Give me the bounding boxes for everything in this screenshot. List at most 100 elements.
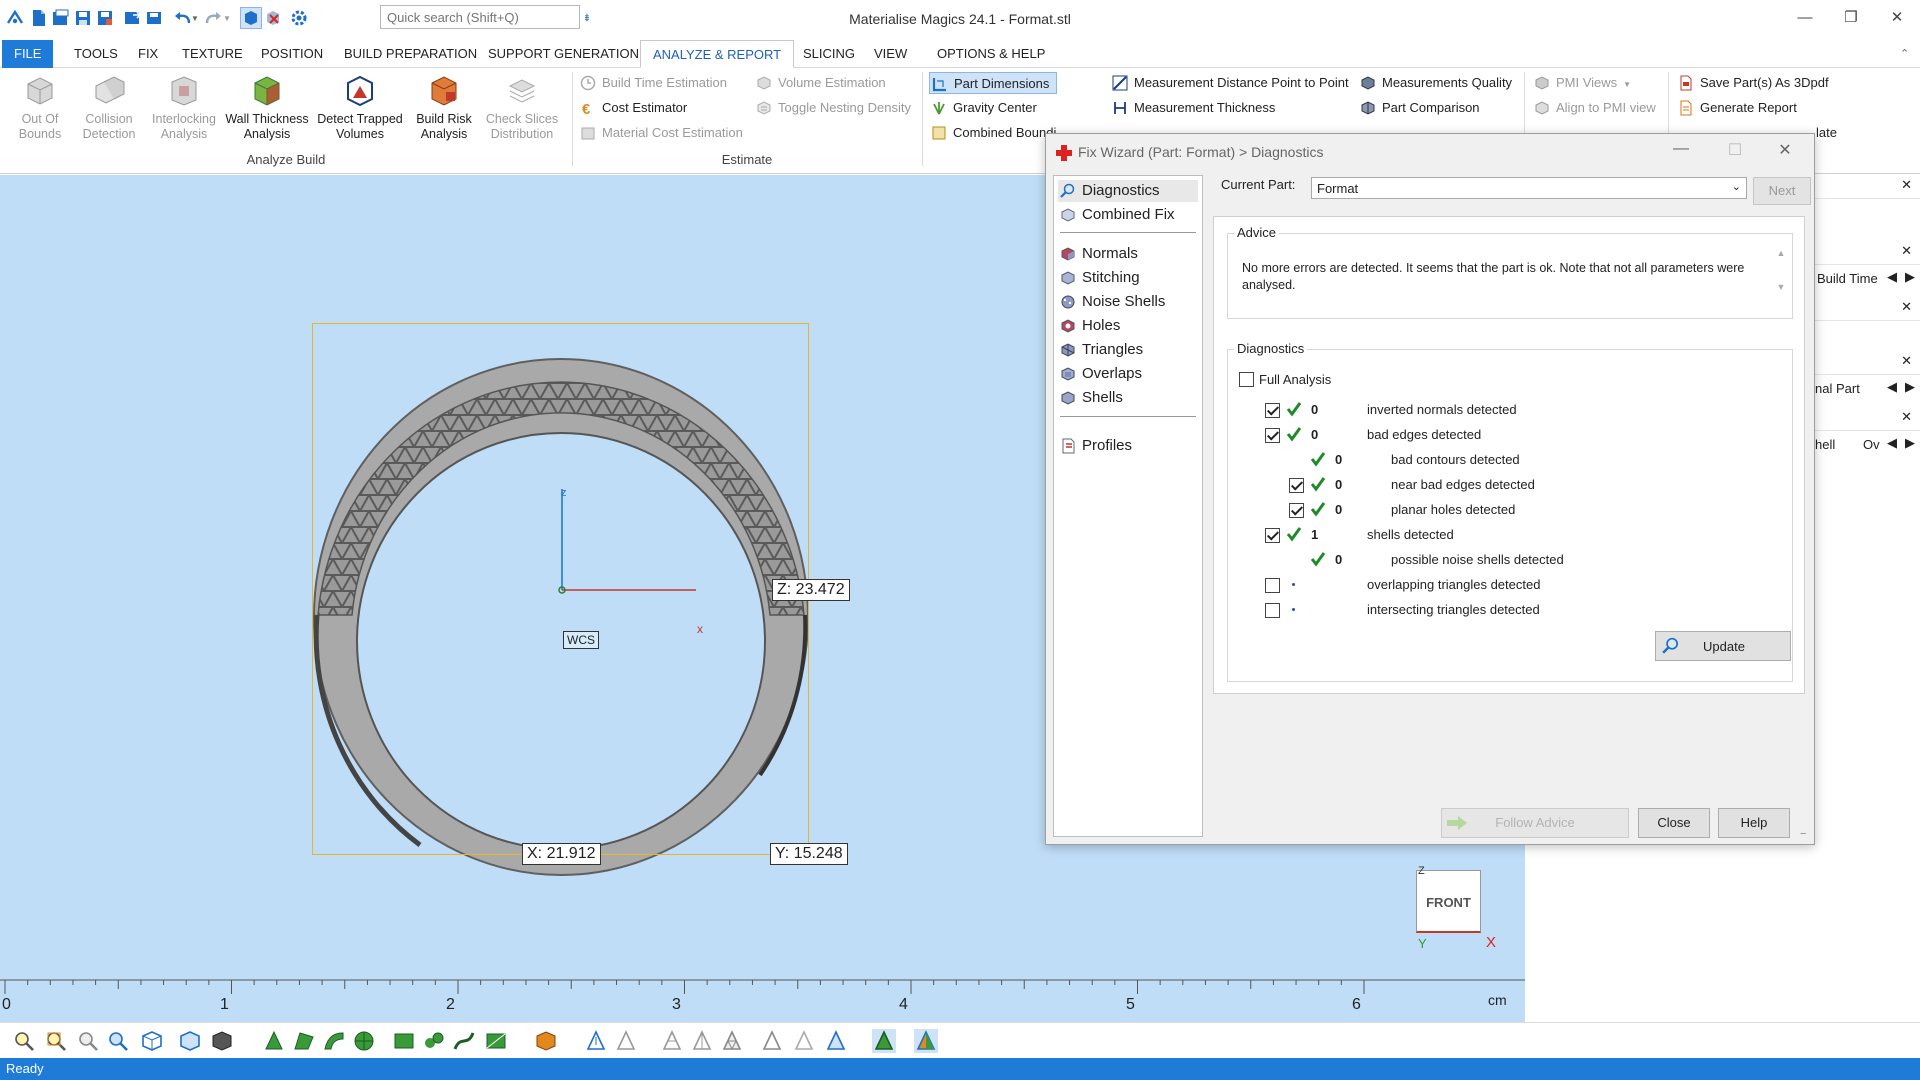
redo-dropdown-icon[interactable]: ▼ [222, 7, 232, 29]
dialog-maximize-button[interactable]: ☐ [1718, 140, 1752, 162]
intersecting-triangles-checkbox[interactable] [1265, 603, 1280, 618]
deselect-icon[interactable] [262, 7, 284, 29]
mark-contour-icon[interactable] [392, 1029, 416, 1053]
undo-dropdown-icon[interactable]: ▼ [190, 7, 200, 29]
close-button[interactable]: Close [1638, 808, 1710, 838]
nav-stitching[interactable]: Stitching [1058, 267, 1198, 289]
redo-icon[interactable] [202, 7, 224, 29]
next-arrow-icon[interactable]: ▶ [1905, 435, 1915, 451]
detect-trapped-volumes-button[interactable]: Detect Trapped Volumes [312, 74, 408, 154]
tab-position[interactable]: POSITION [249, 40, 335, 68]
wall-thickness-analysis-button[interactable]: Wall Thickness Analysis [222, 74, 312, 154]
inverted-normals-checkbox[interactable] [1265, 403, 1280, 418]
current-part-select[interactable]: Format ⌄ [1311, 177, 1747, 199]
import-icon[interactable] [122, 7, 144, 29]
panel-close-icon[interactable]: ✕ [1901, 243, 1912, 259]
settings-gear-icon[interactable] [288, 7, 310, 29]
tab-build-preparation[interactable]: BUILD PREPARATION [332, 40, 489, 68]
nav-combined-fix[interactable]: Combined Fix [1058, 204, 1198, 226]
tab-options-help[interactable]: OPTIONS & HELP [925, 40, 1057, 68]
normals-display-icon[interactable] [584, 1029, 608, 1053]
overlapping-triangles-checkbox[interactable] [1265, 578, 1280, 593]
tab-tools[interactable]: TOOLS [62, 40, 130, 68]
quick-search-input[interactable] [380, 5, 580, 29]
render-mode-icon[interactable] [872, 1029, 896, 1053]
tab-slicing[interactable]: SLICING [791, 40, 867, 68]
mark-plane-icon[interactable] [292, 1029, 316, 1053]
save-icon[interactable] [72, 7, 94, 29]
nav-noise-shells[interactable]: Noise Shells [1058, 291, 1198, 313]
material-cost-estimation-button[interactable]: Material Cost Estimation [578, 122, 743, 144]
panel-close-icon[interactable]: ✕ [1901, 177, 1912, 193]
nav-holes[interactable]: Holes [1058, 315, 1198, 337]
magics-logo-icon[interactable] [4, 7, 26, 29]
collision-detection-button[interactable]: Collision Detection [76, 74, 142, 154]
pmi-views-button[interactable]: PMI Views ▼ [1532, 72, 1631, 94]
prev-arrow-icon[interactable]: ◀ [1887, 435, 1897, 451]
align-to-pmi-view-button[interactable]: Align to PMI view [1532, 97, 1656, 119]
mark-connected-icon[interactable] [422, 1029, 446, 1053]
quick-search-options-icon[interactable]: ⇟ [580, 7, 594, 29]
cost-estimator-button[interactable]: € Cost Estimator [578, 97, 687, 119]
nav-diagnostics[interactable]: Diagnostics [1058, 180, 1198, 202]
view-select-icon[interactable] [178, 1029, 202, 1053]
prev-arrow-icon[interactable]: ◀ [1887, 379, 1897, 395]
measurements-quality-button[interactable]: Measurements Quality [1358, 72, 1512, 94]
tab-fix[interactable]: FIX [126, 40, 170, 68]
near-bad-edges-checkbox[interactable] [1289, 478, 1304, 493]
zoom-selection-icon[interactable] [106, 1029, 130, 1053]
zoom-fit-icon[interactable] [76, 1029, 100, 1053]
mark-shell-icon[interactable] [352, 1029, 376, 1053]
interlocking-analysis-button[interactable]: Interlocking Analysis [146, 74, 222, 154]
part-dimensions-button[interactable]: Part Dimensions [929, 72, 1057, 94]
nav-shells[interactable]: Shells [1058, 387, 1198, 409]
part-list-icon[interactable] [534, 1029, 558, 1053]
tab-file[interactable]: FILE [2, 40, 54, 68]
mark-triangle-icon[interactable] [262, 1029, 286, 1053]
shells-checkbox[interactable] [1265, 528, 1280, 543]
full-analysis-checkbox[interactable] [1239, 372, 1254, 387]
close-window-button[interactable]: ✕ [1874, 4, 1920, 30]
color-mode-icon[interactable] [914, 1029, 938, 1053]
help-button[interactable]: Help [1718, 808, 1790, 838]
check-slices-distribution-button[interactable]: Check Slices Distribution [482, 74, 562, 154]
export-icon[interactable] [144, 7, 166, 29]
volume-estimation-button[interactable]: Volume Estimation [754, 72, 886, 94]
report-template-button[interactable]: late [1816, 122, 1837, 144]
tab-view[interactable]: VIEW [862, 40, 919, 68]
edges-display-icon[interactable] [614, 1029, 638, 1053]
transparency-icon[interactable] [824, 1029, 848, 1053]
triangles-display-icon[interactable] [660, 1029, 684, 1053]
tab-texture[interactable]: TEXTURE [170, 40, 255, 68]
bad-edges-checkbox[interactable] [1265, 428, 1280, 443]
nav-triangles[interactable]: Triangles [1058, 339, 1198, 361]
panel-close-icon[interactable]: ✕ [1901, 299, 1912, 315]
toggle-nesting-density-button[interactable]: Toggle Nesting Density [754, 97, 911, 119]
nav-profiles[interactable]: Profiles [1058, 435, 1198, 457]
zoom-window-icon[interactable] [44, 1029, 68, 1053]
mark-surface-icon[interactable] [322, 1029, 346, 1053]
section-plane-icon[interactable] [792, 1029, 816, 1053]
out-of-bounds-button[interactable]: Out Of Bounds [8, 74, 72, 154]
gravity-center-button[interactable]: Gravity Center [929, 97, 1037, 119]
build-time-estimation-button[interactable]: Build Time Estimation [578, 72, 727, 94]
tab-support-generation[interactable]: SUPPORT GENERATION [476, 40, 651, 68]
wireframe-icon[interactable] [690, 1029, 714, 1053]
view-iso-icon[interactable] [140, 1029, 164, 1053]
nav-normals[interactable]: Normals [1058, 243, 1198, 265]
next-button[interactable]: Next [1753, 177, 1811, 205]
advice-scrollbar[interactable]: ▲ ▼ [1772, 248, 1790, 306]
select-parts-icon[interactable] [240, 7, 262, 29]
tab-analyze-report[interactable]: ANALYZE & REPORT [640, 40, 795, 68]
zoom-icon[interactable] [12, 1029, 36, 1053]
scroll-up-icon[interactable]: ▲ [1772, 248, 1790, 258]
follow-advice-button[interactable]: Follow Advice [1441, 808, 1629, 838]
mark-rectangle-icon[interactable] [484, 1029, 508, 1053]
restore-button[interactable]: ❐ [1828, 4, 1874, 30]
nav-overlaps[interactable]: Overlaps [1058, 363, 1198, 385]
next-arrow-icon[interactable]: ▶ [1905, 379, 1915, 395]
generate-report-button[interactable]: Generate Report [1676, 97, 1797, 119]
save-as-icon[interactable] [94, 7, 116, 29]
measurement-distance-button[interactable]: Measurement Distance Point to Point [1110, 72, 1349, 94]
dialog-minimize-button[interactable]: — [1664, 140, 1698, 162]
